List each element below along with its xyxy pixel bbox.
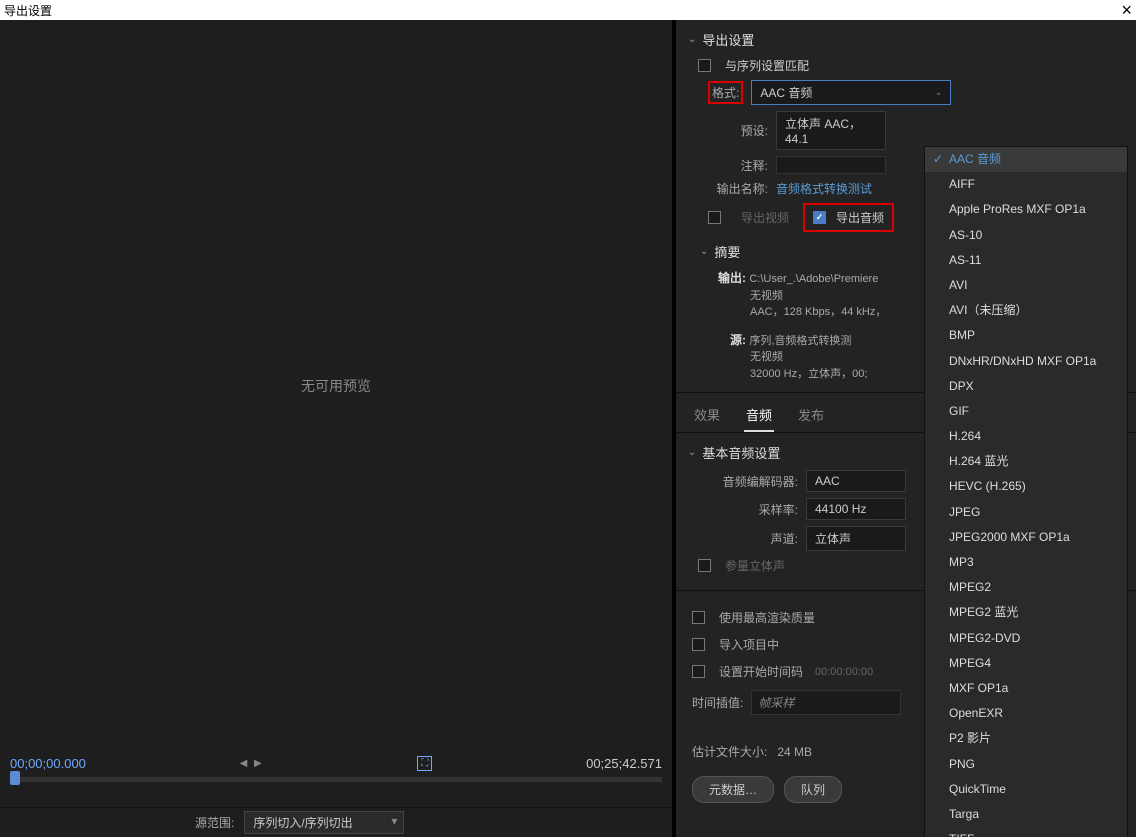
comment-label: 注释: bbox=[708, 157, 768, 174]
format-option[interactable]: AS-11 bbox=[925, 248, 1127, 273]
export-audio-highlight: 导出音频 bbox=[803, 203, 894, 232]
preset-dropdown[interactable]: 立体声 AAC，44.1 bbox=[776, 111, 886, 150]
format-option[interactable]: MXF OP1a bbox=[925, 676, 1127, 701]
audio-settings-header: 基本音频设置 bbox=[702, 443, 780, 462]
format-label: 格式: bbox=[712, 86, 739, 100]
format-option[interactable]: MPEG4 bbox=[925, 651, 1127, 676]
settings-panel: ⌄ 导出设置 与序列设置匹配 格式: AAC 音频 ⌄ 预设: 立体声 A bbox=[676, 20, 1136, 837]
source-range-select[interactable]: 序列切入/序列切出 bbox=[244, 811, 404, 834]
channel-label: 声道: bbox=[708, 530, 798, 547]
est-size-value: 24 MB bbox=[777, 745, 812, 759]
est-size-label: 估计文件大小: bbox=[692, 743, 767, 760]
tab-publish[interactable]: 发布 bbox=[796, 401, 826, 432]
codec-dropdown[interactable]: AAC bbox=[806, 470, 906, 492]
format-option[interactable]: AIFF bbox=[925, 172, 1127, 197]
no-preview-text: 无可用预览 bbox=[301, 376, 371, 396]
close-icon[interactable]: × bbox=[1121, 0, 1132, 21]
format-option[interactable]: AVI（未压缩） bbox=[925, 298, 1127, 323]
format-option[interactable]: Targa bbox=[925, 802, 1127, 827]
timeline-slider[interactable] bbox=[10, 777, 662, 782]
tab-audio[interactable]: 音频 bbox=[744, 401, 774, 432]
timeline-thumb[interactable] bbox=[10, 771, 20, 785]
tab-effects[interactable]: 效果 bbox=[692, 401, 722, 432]
metadata-button[interactable]: 元数据… bbox=[692, 776, 774, 803]
format-option[interactable]: AAC 音频 bbox=[925, 147, 1127, 172]
format-option[interactable]: OpenEXR bbox=[925, 701, 1127, 726]
chevron-down-icon: ⌄ bbox=[935, 87, 943, 98]
export-video-checkbox[interactable] bbox=[708, 211, 721, 224]
sample-dropdown[interactable]: 44100 Hz bbox=[806, 498, 906, 520]
param-stereo-label: 参量立体声 bbox=[725, 557, 785, 574]
set-timecode-label: 设置开始时间码 bbox=[719, 663, 803, 680]
import-project-checkbox[interactable] bbox=[692, 638, 705, 651]
format-option[interactable]: JPEG bbox=[925, 500, 1127, 525]
max-quality-checkbox[interactable] bbox=[692, 611, 705, 624]
format-option[interactable]: PNG bbox=[925, 752, 1127, 777]
format-label-highlight: 格式: bbox=[708, 81, 743, 104]
format-option[interactable]: H.264 bbox=[925, 424, 1127, 449]
format-option[interactable]: MP3 bbox=[925, 550, 1127, 575]
sample-label: 采样率: bbox=[708, 501, 798, 518]
format-option[interactable]: DNxHR/DNxHD MXF OP1a bbox=[925, 349, 1127, 374]
set-timecode-checkbox[interactable] bbox=[692, 665, 705, 678]
interp-label: 时间插值: bbox=[692, 694, 743, 711]
format-dropdown[interactable]: AAC 音频 ⌄ bbox=[751, 80, 951, 105]
queue-button[interactable]: 队列 bbox=[784, 776, 842, 803]
format-options-list: AAC 音频AIFFApple ProRes MXF OP1aAS-10AS-1… bbox=[924, 146, 1128, 837]
timeline: 00;00;00.000 ◀ ▶ ⛶ 00;25;42.571 bbox=[0, 752, 672, 807]
export-video-label: 导出视频 bbox=[741, 209, 789, 226]
match-sequence-label: 与序列设置匹配 bbox=[725, 57, 809, 74]
match-sequence-checkbox[interactable] bbox=[698, 59, 711, 72]
format-option[interactable]: TIFF bbox=[925, 827, 1127, 837]
codec-label: 音频编解码器: bbox=[708, 473, 798, 490]
max-quality-label: 使用最高渲染质量 bbox=[719, 609, 815, 626]
format-option[interactable]: AVI bbox=[925, 273, 1127, 298]
format-option[interactable]: DPX bbox=[925, 374, 1127, 399]
export-audio-label: 导出音频 bbox=[836, 209, 884, 226]
comment-input[interactable] bbox=[776, 156, 886, 174]
format-option[interactable]: MPEG2 bbox=[925, 575, 1127, 600]
format-option[interactable]: MPEG2 蓝光 bbox=[925, 600, 1127, 625]
format-option[interactable]: H.264 蓝光 bbox=[925, 449, 1127, 474]
step-icons[interactable]: ◀ ▶ bbox=[240, 758, 264, 769]
format-option[interactable]: AS-10 bbox=[925, 223, 1127, 248]
preview-panel: 无可用预览 00;00;00.000 ◀ ▶ ⛶ 00;25;42.571 源范… bbox=[0, 20, 672, 837]
chevron-down-icon[interactable]: ⌄ bbox=[700, 246, 708, 257]
output-name-link[interactable]: 音频格式转换测试 bbox=[776, 180, 872, 197]
summary-header: 摘要 bbox=[714, 242, 740, 261]
format-option[interactable]: HEVC (H.265) bbox=[925, 474, 1127, 499]
format-option[interactable]: JPEG2000 MXF OP1a bbox=[925, 525, 1127, 550]
export-settings-header: 导出设置 bbox=[702, 30, 754, 49]
preset-label: 预设: bbox=[708, 122, 768, 139]
chevron-down-icon[interactable]: ⌄ bbox=[688, 447, 696, 458]
format-option[interactable]: QuickTime bbox=[925, 777, 1127, 802]
export-audio-checkbox[interactable] bbox=[813, 211, 826, 224]
format-option[interactable]: MPEG2-DVD bbox=[925, 626, 1127, 651]
channel-dropdown[interactable]: 立体声 bbox=[806, 526, 906, 551]
param-stereo-checkbox[interactable] bbox=[698, 559, 711, 572]
output-summary-label: 输出: bbox=[718, 271, 746, 285]
format-option[interactable]: BMP bbox=[925, 323, 1127, 348]
time-start[interactable]: 00;00;00.000 bbox=[10, 756, 86, 771]
chevron-down-icon[interactable]: ⌄ bbox=[688, 34, 696, 45]
format-option[interactable]: Apple ProRes MXF OP1a bbox=[925, 197, 1127, 222]
fit-icon[interactable]: ⛶ bbox=[417, 756, 432, 771]
timecode-value: 00:00:00:00 bbox=[815, 666, 873, 678]
window-title: 导出设置 bbox=[4, 2, 52, 19]
source-summary-label: 源: bbox=[730, 333, 746, 347]
output-name-label: 输出名称: bbox=[708, 180, 768, 197]
interp-input[interactable]: 帧采样 bbox=[751, 690, 901, 715]
import-project-label: 导入项目中 bbox=[719, 636, 779, 653]
format-option[interactable]: P2 影片 bbox=[925, 726, 1127, 751]
time-end: 00;25;42.571 bbox=[586, 756, 662, 771]
source-range-label: 源范围: bbox=[195, 814, 234, 831]
format-option[interactable]: GIF bbox=[925, 399, 1127, 424]
